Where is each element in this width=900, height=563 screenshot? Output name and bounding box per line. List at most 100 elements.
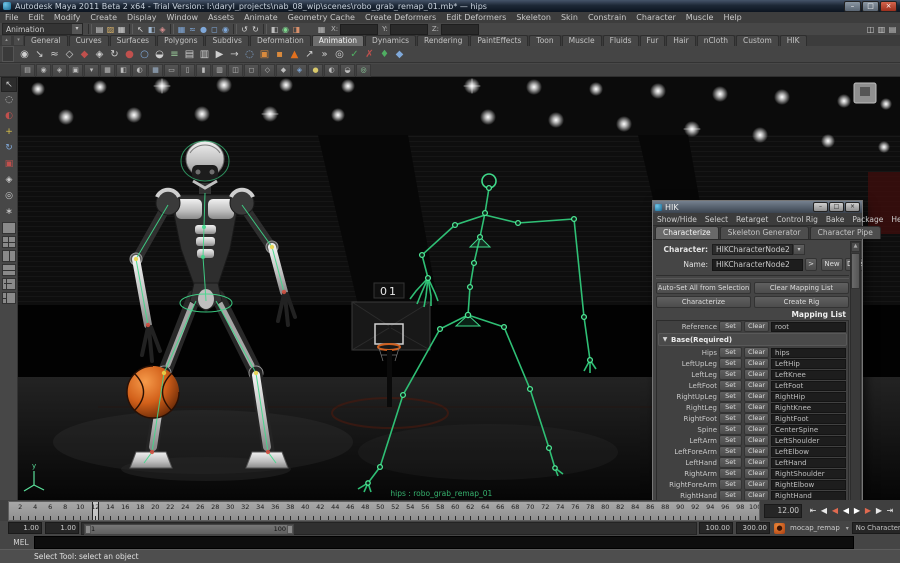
new-scene-icon[interactable]: ▤ <box>94 24 105 35</box>
select-tool[interactable]: ↖ <box>1 77 17 92</box>
axis-input-2[interactable] <box>441 23 480 35</box>
two-pane-stacked-layout[interactable] <box>1 264 16 276</box>
select-object-icon[interactable]: ◧ <box>146 24 157 35</box>
menu-create[interactable]: Create <box>85 12 122 23</box>
step-forward-key-button[interactable]: ▶ <box>863 504 873 517</box>
grid-toggle-icon[interactable]: ▦ <box>148 63 163 77</box>
mapping-hips-set-button[interactable]: Set <box>719 347 742 358</box>
snap-to-plane-icon[interactable]: ◻ <box>209 24 220 35</box>
show-channel-box-icon[interactable]: ▤ <box>887 24 898 35</box>
mapping-lefthand-value-field[interactable]: LeftHand <box>771 457 846 468</box>
shelf-tab-rendering[interactable]: Rendering <box>417 35 470 46</box>
hik-control-rig-icon[interactable]: ◆ <box>392 47 407 62</box>
snap-to-grid-icon[interactable]: ▦ <box>176 24 187 35</box>
shelf-tab-surfaces[interactable]: Surfaces <box>109 35 157 46</box>
hik-tab-character-pipe[interactable]: Character Pipe <box>809 226 881 239</box>
mapping-rightupleg-value-field[interactable]: RightHip <box>771 391 846 402</box>
menu-modify[interactable]: Modify <box>49 12 86 23</box>
panel-menu-icon[interactable]: ▤ <box>20 63 35 77</box>
playblast-icon[interactable]: ▶ <box>212 47 227 62</box>
command-line-mode-label[interactable]: MEL <box>8 538 34 547</box>
mapping-leftupleg-set-button[interactable]: Set <box>719 358 742 369</box>
character-set-menu[interactable]: mocap_remap ▾ <box>787 523 852 534</box>
output-connections-icon[interactable]: ↻ <box>250 24 261 35</box>
shelf-tab-muscle[interactable]: Muscle <box>561 35 602 46</box>
last-tool-used[interactable]: ∗ <box>1 205 17 220</box>
mapping-rightleg-value-field[interactable]: RightKnee <box>771 402 846 413</box>
insert-joint-icon[interactable]: ◇ <box>62 47 77 62</box>
mirror-joint-icon[interactable]: ◈ <box>92 47 107 62</box>
menu-create-deformers[interactable]: Create Deformers <box>360 12 441 23</box>
vertical-scrollbar[interactable]: ▲ ▼ <box>850 241 861 539</box>
mapping-leftupleg-clear-button[interactable]: Clear <box>744 358 769 369</box>
xray-icon[interactable]: ◒ <box>340 63 355 77</box>
create-pose-icon[interactable]: ▪ <box>272 47 287 62</box>
safe-action-icon[interactable]: ◫ <box>228 63 243 77</box>
input-connections-icon[interactable]: ↺ <box>239 24 250 35</box>
step-back-key-button[interactable]: ◀ <box>830 504 840 517</box>
mapping-spine-clear-button[interactable]: Clear <box>744 424 769 435</box>
create-character-set-icon[interactable]: ▲ <box>287 47 302 62</box>
playback-end-field[interactable]: 100.00 <box>699 522 733 534</box>
paint-select-tool[interactable]: ◐ <box>1 109 17 124</box>
trax-editor-icon[interactable]: ▥ <box>197 47 212 62</box>
axis-input-0[interactable] <box>340 23 379 35</box>
playback-start-field[interactable]: 1.00 <box>45 522 79 534</box>
play-forwards-button[interactable]: ▶ <box>852 504 862 517</box>
ik-spline-tool-icon[interactable]: ≈ <box>47 47 62 62</box>
hik-minimize-button[interactable]: – <box>813 202 828 212</box>
mapping-rightforearm-value-field[interactable]: RightElbow <box>771 479 846 490</box>
command-line-input[interactable] <box>34 535 854 549</box>
film-gate-icon[interactable]: ▭ <box>164 63 179 77</box>
render-current-frame-icon[interactable]: ◧ <box>269 24 280 35</box>
shelf-tab-custom[interactable]: Custom <box>736 35 779 46</box>
reference-value-field[interactable]: root <box>771 321 846 332</box>
current-time-field[interactable]: 12.00 <box>764 503 802 518</box>
go-to-start-button[interactable]: ⇤ <box>808 504 818 517</box>
mapping-hips-clear-button[interactable]: Clear <box>744 347 769 358</box>
set-breakdown-icon[interactable]: ○ <box>137 47 152 62</box>
resolution-gate-icon[interactable]: ▯ <box>180 63 195 77</box>
shadows-icon[interactable]: ◐ <box>324 63 339 77</box>
menu-muscle[interactable]: Muscle <box>681 12 719 23</box>
shelf-tab-animation[interactable]: Animation <box>311 35 365 46</box>
playback-range-bar[interactable]: 1 100 <box>84 523 294 535</box>
menu-assets[interactable]: Assets <box>203 12 239 23</box>
mapping-rightforearm-clear-button[interactable]: Clear <box>744 479 769 490</box>
safe-title-icon[interactable]: ◻ <box>244 63 259 77</box>
hik-tab-skeleton-generator[interactable]: Skeleton Generator <box>719 226 809 239</box>
mapping-spine-value-field[interactable]: CenterSpine <box>771 424 846 435</box>
select-hierarchy-icon[interactable]: ↖ <box>135 24 146 35</box>
flow-path-object-icon[interactable]: » <box>317 47 332 62</box>
menu-window[interactable]: Window <box>162 12 204 23</box>
clear-mapping-list-button[interactable]: Clear Mapping List <box>754 282 849 294</box>
shelf-tab-fur[interactable]: Fur <box>639 35 666 46</box>
animation-start-field[interactable]: 1.00 <box>8 522 42 534</box>
menu-character[interactable]: Character <box>631 12 681 23</box>
wireframe-mode-icon[interactable]: ◇ <box>260 63 275 77</box>
minimize-button[interactable]: – <box>844 0 861 12</box>
mapping-leftleg-clear-button[interactable]: Clear <box>744 369 769 380</box>
attach-to-motion-path-icon[interactable]: ↗ <box>302 47 317 62</box>
bookmarks-icon[interactable]: ▾ <box>84 63 99 77</box>
hik-menu-help[interactable]: Help <box>887 215 900 224</box>
mapping-leftfoot-set-button[interactable]: Set <box>719 380 742 391</box>
play-backwards-button[interactable]: ◀ <box>841 504 851 517</box>
range-end-handle[interactable] <box>287 524 293 534</box>
menu-help[interactable]: Help <box>718 12 746 23</box>
camera-attributes-icon[interactable]: ▣ <box>68 63 83 77</box>
name-field[interactable]: HIKCharacterNode2 <box>712 258 803 271</box>
mapping-rightarm-clear-button[interactable]: Clear <box>744 468 769 479</box>
shelf-tab-curves[interactable]: Curves <box>68 35 109 46</box>
shelf-tab-subdivs[interactable]: Subdivs <box>205 35 249 46</box>
mapping-leftupleg-value-field[interactable]: LeftHip <box>771 358 846 369</box>
move-tool[interactable]: + <box>1 125 17 140</box>
shelf-tab-hair[interactable]: Hair <box>666 35 696 46</box>
rotate-tool[interactable]: ↻ <box>1 141 17 156</box>
reference-clear-button[interactable]: Clear <box>744 321 769 332</box>
shelf-tab-cycle-icon[interactable]: ▴ <box>2 36 11 45</box>
mapping-leftarm-value-field[interactable]: LeftShoulder <box>771 435 846 446</box>
shelf-tab-deformation[interactable]: Deformation <box>249 35 311 46</box>
scroll-up-icon[interactable]: ▲ <box>851 242 860 252</box>
isolate-select-icon[interactable]: ◎ <box>356 63 371 77</box>
